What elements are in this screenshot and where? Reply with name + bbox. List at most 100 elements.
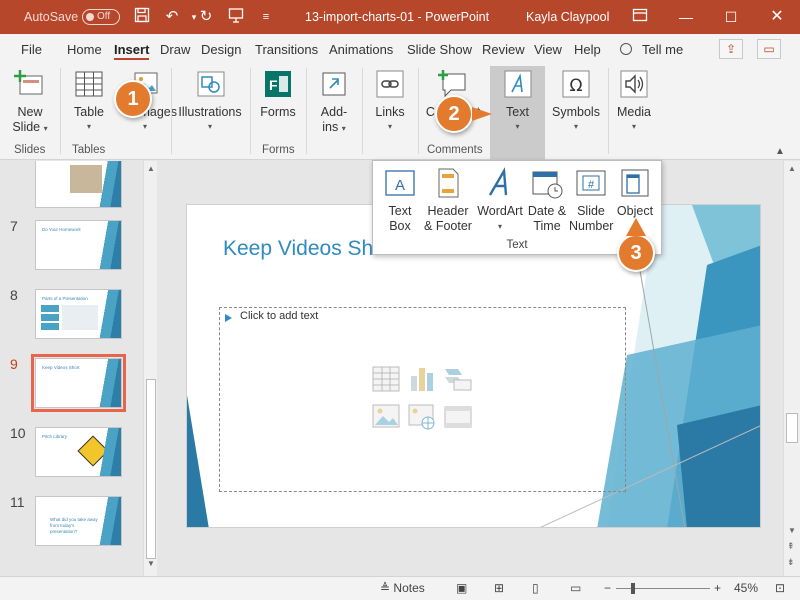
forms-button[interactable]: F Forms (258, 68, 298, 120)
insert-online-picture-icon[interactable] (408, 404, 436, 430)
scroll-down-icon[interactable]: ▼ (788, 526, 796, 535)
tab-review[interactable]: Review (482, 34, 525, 64)
text-box-button[interactable]: A Text Box (379, 167, 421, 234)
redo-icon[interactable]: ↻ (196, 7, 216, 27)
share-icon[interactable]: ⇪ (719, 39, 743, 59)
autosave-toggle[interactable]: Off (82, 9, 120, 25)
links-button[interactable]: Links ▾ (370, 68, 410, 134)
symbols-button[interactable]: Ω Symbols ▾ (550, 68, 602, 134)
callout-3-pointer (626, 218, 646, 236)
text-box-icon: A (384, 167, 416, 199)
present-icon[interactable] (226, 7, 246, 27)
object-button[interactable]: Object (613, 167, 657, 219)
tab-help[interactable]: Help (574, 34, 601, 64)
scroll-thumb[interactable] (146, 379, 156, 559)
svg-text:F: F (269, 77, 278, 93)
scroll-up-icon[interactable]: ▲ (788, 164, 796, 173)
slide-number-icon: # (575, 167, 607, 199)
content-placeholder[interactable]: Click to add text (219, 307, 626, 492)
zoom-level[interactable]: 45% (734, 577, 758, 600)
tab-view[interactable]: View (534, 34, 562, 64)
zoom-in-icon[interactable]: + (714, 577, 721, 600)
text-dropdown-menu: A Text Box Header & Footer WordArt ▾ Dat… (372, 160, 662, 255)
previous-slide-icon[interactable]: ⇞ (787, 541, 795, 552)
slide-thumbnail[interactable]: Parts of a Presentation (35, 289, 122, 339)
table-button[interactable]: Table ▾ (68, 68, 110, 134)
insert-chart-icon[interactable] (408, 366, 436, 392)
slide-show-icon[interactable]: ▭ (570, 577, 581, 600)
thumbnail-scrollbar[interactable]: ▲ ▼ (143, 161, 157, 576)
tab-file[interactable]: File (21, 34, 42, 64)
save-icon[interactable] (132, 7, 152, 27)
ribbon-display-icon[interactable] (630, 7, 650, 27)
zoom-out-icon[interactable]: − (604, 577, 611, 600)
slide-thumbnail-title: Parts of a Presentation (42, 296, 88, 301)
step-callout-2: 2 (435, 95, 473, 133)
media-button[interactable]: Media ▾ (614, 68, 654, 134)
header-footer-label: Header (427, 204, 469, 218)
illustrations-label: Illustrations (178, 105, 242, 119)
reading-view-icon[interactable]: ▯ (532, 577, 539, 600)
tab-slide-show[interactable]: Slide Show (407, 34, 472, 64)
slide-thumbnail-selected[interactable]: Keep Videos Short (31, 354, 126, 412)
date-time-button[interactable]: Date & Time (525, 167, 569, 234)
tab-insert[interactable]: Insert (114, 34, 150, 64)
user-name[interactable]: Kayla Claypool (526, 0, 609, 34)
slide-thumbnail-title: Pitch Library (42, 434, 68, 439)
insert-video-icon[interactable] (444, 404, 472, 430)
new-slide-button[interactable]: New Slide ▾ (8, 68, 52, 136)
svg-text:#: # (588, 179, 595, 191)
insert-table-icon[interactable] (372, 366, 400, 392)
svg-text:A: A (395, 177, 405, 194)
insert-picture-icon[interactable] (372, 404, 400, 430)
slide-thumbnail[interactable] (35, 161, 122, 208)
tell-me-label: Tell me (642, 42, 684, 57)
notes-label: Notes (393, 581, 425, 595)
slide-thumbnail[interactable]: Pitch Library (35, 427, 122, 477)
slide-thumbnail-title: What did you take away from today's pres… (50, 517, 98, 534)
next-slide-icon[interactable]: ⇟ (787, 557, 795, 568)
wordart-label: WordArt (477, 204, 523, 218)
comments-icon[interactable]: ▭ (757, 39, 781, 59)
scroll-thumb[interactable] (786, 413, 798, 443)
close-button[interactable]: ✕ (754, 0, 800, 34)
addins-button[interactable]: Add- ins ▾ (314, 68, 354, 136)
editor-scrollbar[interactable]: ▲ ▼ ⇞ ⇟ (783, 161, 800, 576)
header-footer-button[interactable]: Header & Footer (423, 167, 473, 234)
header-footer-label-2: & Footer (424, 219, 472, 233)
scroll-up-icon[interactable]: ▲ (146, 164, 156, 176)
tab-animations[interactable]: Animations (329, 34, 393, 64)
collapse-ribbon-icon[interactable]: ▲ (775, 146, 785, 157)
text-button[interactable]: Text ▾ (495, 68, 540, 134)
fit-slide-icon[interactable]: ⊡ (775, 577, 785, 600)
tab-home[interactable]: Home (67, 34, 102, 64)
header-footer-icon (432, 167, 464, 199)
tell-me-search[interactable]: Tell me (620, 34, 683, 64)
maximize-button[interactable]: ☐ (708, 0, 754, 34)
slide-sorter-icon[interactable]: ⊞ (494, 577, 504, 600)
tab-design[interactable]: Design (201, 34, 241, 64)
group-tables-label: Tables (72, 144, 106, 156)
undo-icon[interactable]: ↶ (162, 7, 182, 27)
slide-thumbnail[interactable]: What did you take away from today's pres… (35, 496, 122, 546)
normal-view-icon[interactable]: ▣ (456, 577, 467, 600)
insert-smartart-icon[interactable] (444, 366, 472, 392)
scroll-down-icon[interactable]: ▼ (146, 559, 156, 571)
forms-icon: F (262, 68, 294, 100)
text-box-label: Text (388, 204, 412, 218)
new-slide-label-2: Slide (12, 120, 41, 134)
tab-transitions[interactable]: Transitions (255, 34, 318, 64)
minimize-button[interactable]: — (663, 0, 709, 34)
tab-draw[interactable]: Draw (160, 34, 190, 64)
addins-label: Add- (320, 105, 348, 119)
svg-text:Ω: Ω (570, 76, 583, 96)
illustrations-button[interactable]: Illustrations ▾ (178, 68, 242, 134)
customize-toolbar-icon[interactable]: ≡ (256, 7, 276, 27)
symbols-label: Symbols (552, 105, 600, 119)
zoom-slider-thumb[interactable] (631, 583, 635, 594)
notes-button[interactable]: ≜ Notes (380, 577, 425, 600)
slide-number-button[interactable]: # Slide Number (569, 167, 613, 234)
slide-thumbnail[interactable]: Do Your Homework (35, 220, 122, 270)
slide-number: 7 (10, 218, 18, 234)
wordart-button[interactable]: WordArt ▾ (475, 167, 525, 234)
